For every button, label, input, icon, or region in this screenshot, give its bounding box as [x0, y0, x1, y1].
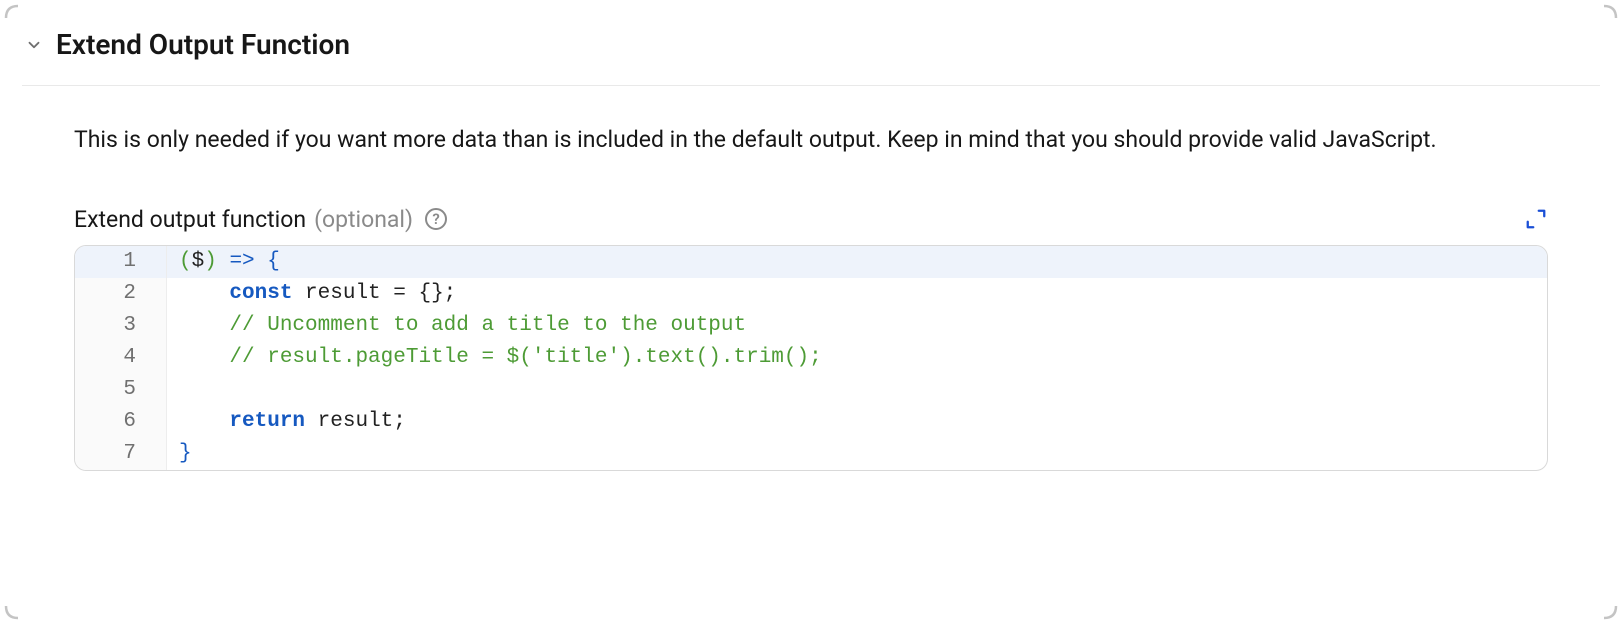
line-number: 3 — [75, 310, 167, 342]
code-line[interactable]: 4 // result.pageTitle = $('title').text(… — [75, 342, 1547, 374]
code-line[interactable]: 6 return result; — [75, 406, 1547, 438]
corner-marker — [4, 592, 32, 620]
code-content[interactable]: // result.pageTitle = $('title').text().… — [167, 342, 1547, 374]
line-number: 2 — [75, 278, 167, 310]
code-content[interactable]: const result = {}; — [167, 278, 1547, 310]
line-number: 6 — [75, 406, 167, 438]
extend-output-function-section: Extend Output Function This is only need… — [0, 0, 1622, 471]
expand-icon[interactable] — [1524, 207, 1548, 231]
code-content[interactable]: return result; — [167, 406, 1547, 438]
code-content[interactable]: // Uncomment to add a title to the outpu… — [167, 310, 1547, 342]
line-number: 7 — [75, 438, 167, 470]
section-title: Extend Output Function — [56, 28, 350, 61]
help-icon[interactable]: ? — [425, 208, 447, 230]
field-label-group: Extend output function (optional) ? — [74, 206, 447, 233]
line-number: 4 — [75, 342, 167, 374]
code-editor[interactable]: 1($) => {2 const result = {};3 // Uncomm… — [74, 245, 1548, 471]
field-optional: (optional) — [314, 206, 413, 233]
code-content[interactable] — [167, 374, 1547, 406]
code-line[interactable]: 1($) => { — [75, 246, 1547, 278]
chevron-down-icon — [22, 33, 46, 57]
code-line[interactable]: 5 — [75, 374, 1547, 406]
corner-marker — [1590, 592, 1618, 620]
code-line[interactable]: 3 // Uncomment to add a title to the out… — [75, 310, 1547, 342]
code-line[interactable]: 7} — [75, 438, 1547, 470]
field-label: Extend output function — [74, 206, 306, 233]
code-line[interactable]: 2 const result = {}; — [75, 278, 1547, 310]
field-header-row: Extend output function (optional) ? — [74, 206, 1548, 233]
section-body: This is only needed if you want more dat… — [22, 86, 1600, 471]
code-content[interactable]: } — [167, 438, 1547, 470]
line-number: 1 — [75, 246, 167, 278]
code-content[interactable]: ($) => { — [167, 246, 1547, 278]
section-description: This is only needed if you want more dat… — [74, 122, 1548, 158]
line-number: 5 — [75, 374, 167, 406]
section-header[interactable]: Extend Output Function — [22, 28, 1600, 86]
